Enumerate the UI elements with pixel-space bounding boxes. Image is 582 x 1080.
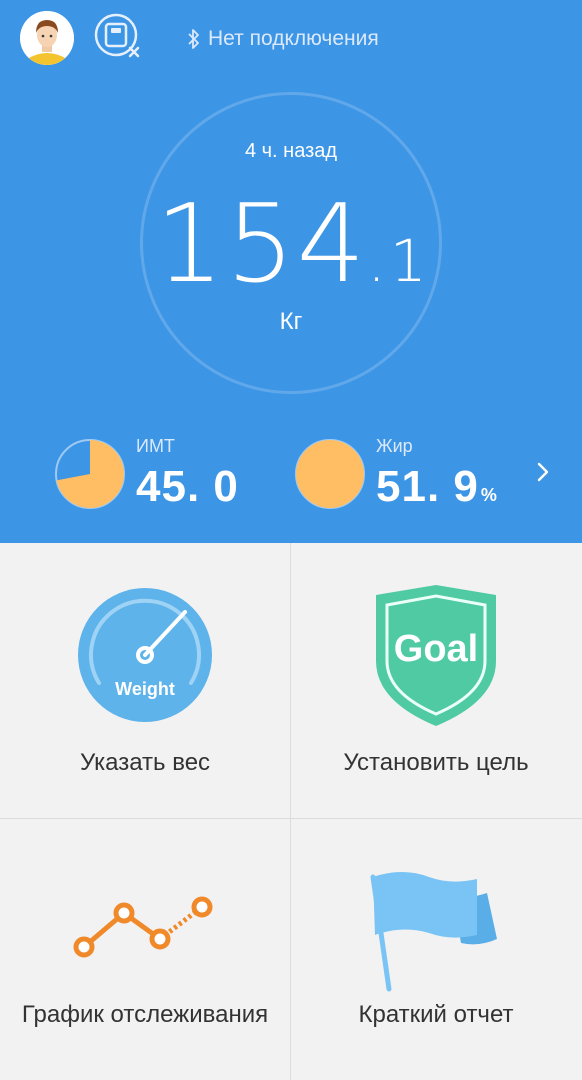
grid-divider-vertical [290,543,291,1080]
avatar[interactable] [20,11,74,65]
fat-pie-icon [295,439,365,509]
weight-unit: Кг [279,308,303,335]
percent-sign: % [480,485,498,505]
tracking-chart-tile[interactable]: График отслеживания [0,819,290,1080]
fat-stat[interactable]: Жир 51. 9% [294,432,524,512]
weight-gauge-icon: Weight [78,588,212,722]
summary-report-tile[interactable]: Краткий отчет [291,819,581,1080]
trend-chart-icon [73,896,213,958]
goal-shield-icon: Goal [376,585,496,726]
goal-icon-text: Goal [394,628,478,670]
grid-divider-horizontal [0,818,582,819]
set-goal-tile[interactable]: Goal Установить цель [291,543,581,818]
action-grid: Weight Указать вес Goal Установить цель … [0,543,582,1080]
bmi-stat[interactable]: ИМТ 45. 0 [54,432,274,512]
set-goal-label: Установить цель [343,749,529,776]
last-measured-time: 4 ч. назад [244,140,338,162]
enter-weight-label: Указать вес [79,749,211,776]
connection-status-text: Нет подключения [208,27,379,50]
summary-report-label: Краткий отчет [358,1001,514,1028]
flag-icon [370,872,497,992]
weight-integer: 154 [155,182,368,307]
user-avatar-icon [20,11,74,65]
weight-icon-text: Weight [115,679,175,699]
enter-weight-tile[interactable]: Weight Указать вес [0,543,290,818]
pie-slice [296,440,364,508]
bluetooth-icon [188,29,199,49]
fat-value: 51. 9% [376,462,498,511]
bmi-pie-icon [55,439,125,509]
scale-disconnected-icon[interactable] [92,12,144,62]
weight-value: 154.1 [155,182,427,307]
bmi-label: ИМТ [136,436,175,456]
bmi-value: 45. 0 [136,462,239,511]
header-panel: Нет подключения 4 ч. назад 154.1 Кг ИМТ … [0,0,582,543]
weight-decimal: 1 [389,227,427,295]
chevron-right-icon[interactable] [532,458,554,486]
tracking-chart-label: График отслеживания [21,1001,269,1028]
fat-label: Жир [376,436,413,456]
connection-status: Нет подключения [186,24,379,54]
